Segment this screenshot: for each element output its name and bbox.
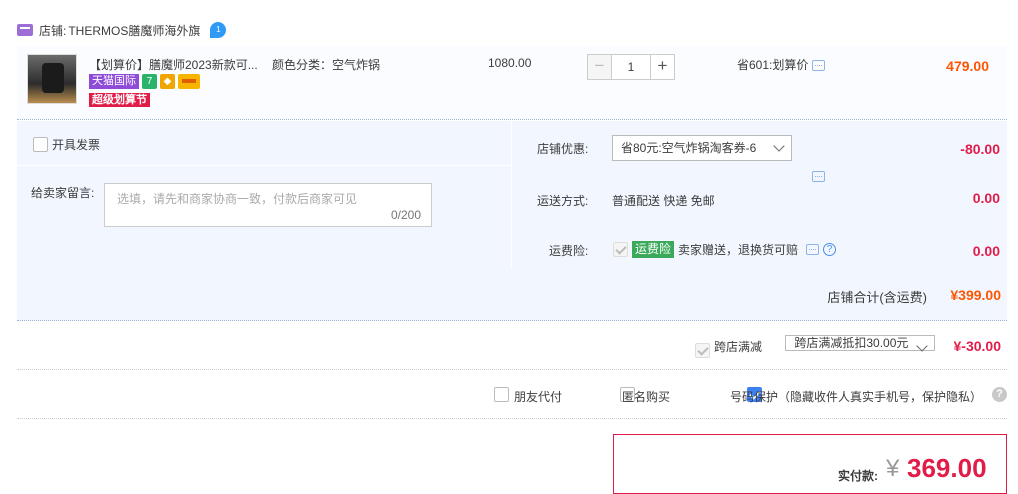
quantity-stepper: − 1 + — [587, 54, 675, 80]
discount-comment-icon[interactable] — [812, 171, 825, 183]
item-title[interactable]: 【划算价】膳魔师2023新款可... — [89, 56, 269, 73]
insurance-comment-icon[interactable] — [806, 244, 820, 255]
friend-pay-checkbox[interactable] — [494, 387, 509, 403]
cross-store-row: 跨店满减 跨店满减抵扣30.00元 ¥-30.00 — [17, 322, 1007, 370]
unit-price: 1080.00 — [488, 56, 532, 70]
invoice-option[interactable]: 开具发票 — [33, 136, 100, 153]
store-discount-label: 店铺优惠: — [537, 142, 589, 156]
payment-amount: 369.00 — [907, 453, 987, 483]
store-total-row: 店铺合计(含运费) ¥399.00 — [17, 269, 1007, 321]
shipping-amount: 0.00 — [972, 190, 1000, 206]
insurance-checkbox — [613, 242, 628, 257]
credit-card-icon — [178, 74, 200, 89]
store-header: 店铺: THERMOS膳魔师海外旗 1 — [17, 20, 227, 40]
options-divider — [511, 121, 512, 269]
item-sku: 颜色分类：空气炸锅 — [272, 58, 381, 72]
comment-icon[interactable] — [812, 60, 826, 72]
item-row: 【划算价】膳魔师2023新款可... 天猫国际 7 ◆ 超级划算节 颜色分类：空… — [17, 46, 1007, 120]
invoice-checkbox[interactable] — [33, 137, 48, 152]
cross-store-amount: ¥-30.00 — [953, 338, 1001, 354]
item-tags: 天猫国际 7 ◆ — [89, 74, 200, 89]
store-prefix: 店铺: — [39, 23, 67, 38]
insurance-label: 运费险: — [549, 244, 589, 258]
store-discount-amount: -80.00 — [960, 141, 1000, 157]
payment-summary: 实付款: ¥ 369.00 — [613, 434, 1007, 494]
extra-options-row: 朋友代付 匿名购买 号码保护（隐藏收件人真实手机号，保护隐私） ? — [17, 371, 1007, 419]
insurance-option: 运费险 卖家赠送，退换货可赔 ? — [613, 241, 837, 258]
cross-store-label: 跨店满减 — [714, 340, 763, 354]
anonymous-label[interactable]: 匿名购买 — [622, 388, 670, 405]
increase-qty-button[interactable]: + — [650, 54, 675, 80]
savings-text: 省601:划算价 — [737, 56, 826, 73]
seller-message-textarea[interactable]: 选填，请先和商家协商一致，付款后商家可见 0/200 — [104, 183, 432, 227]
insurance-help-icon[interactable]: ? — [823, 243, 837, 256]
store-total-value: ¥399.00 — [950, 287, 1001, 303]
help-icon[interactable]: ? — [992, 387, 1007, 402]
tmall-global-tag: 天猫国际 — [89, 74, 139, 89]
shipping-label: 运送方式: — [537, 194, 589, 208]
number-protect-label[interactable]: 号码保护（隐藏收件人真实手机号，保护隐私） — [730, 388, 982, 405]
quantity-input[interactable]: 1 — [612, 54, 650, 80]
product-thumbnail[interactable] — [27, 54, 77, 104]
item-total: 479.00 — [946, 58, 989, 74]
cross-store-checkbox — [695, 343, 710, 359]
insurance-text: 卖家赠送，退换货可赔 — [678, 243, 799, 257]
savings-label: 省601:划算价 — [737, 58, 809, 72]
message-label: 给卖家留言: — [31, 186, 95, 200]
wangwang-chat-icon[interactable]: 1 — [210, 22, 227, 38]
guarantee-icon: ◆ — [160, 74, 175, 89]
friend-pay-label[interactable]: 朋友代付 — [514, 388, 562, 405]
cross-store-select[interactable]: 跨店满减抵扣30.00元 — [785, 335, 936, 351]
invoice-label: 开具发票 — [52, 138, 101, 152]
payment-currency: ¥ — [886, 455, 900, 482]
super-deal-tag: 超级划算节 — [89, 93, 150, 107]
insurance-amount: 0.00 — [972, 243, 1000, 259]
message-placeholder: 选填，请先和商家协商一致，付款后商家可见 — [117, 192, 358, 206]
shipping-value: 普通配送 快递 免邮 — [612, 194, 715, 208]
store-icon — [17, 24, 33, 36]
payment-label: 实付款: — [838, 469, 878, 483]
seven-day-return-icon: 7 — [142, 74, 157, 89]
message-char-count: 0/200 — [390, 208, 421, 222]
store-total-label: 店铺合计(含运费) — [827, 290, 927, 305]
store-name[interactable]: THERMOS膳魔师海外旗 — [68, 22, 200, 39]
store-discount-select[interactable]: 省80元:空气炸锅淘客券-6 — [612, 135, 792, 161]
decrease-qty-button[interactable]: − — [587, 54, 612, 80]
insurance-tag: 运费险 — [632, 241, 675, 258]
